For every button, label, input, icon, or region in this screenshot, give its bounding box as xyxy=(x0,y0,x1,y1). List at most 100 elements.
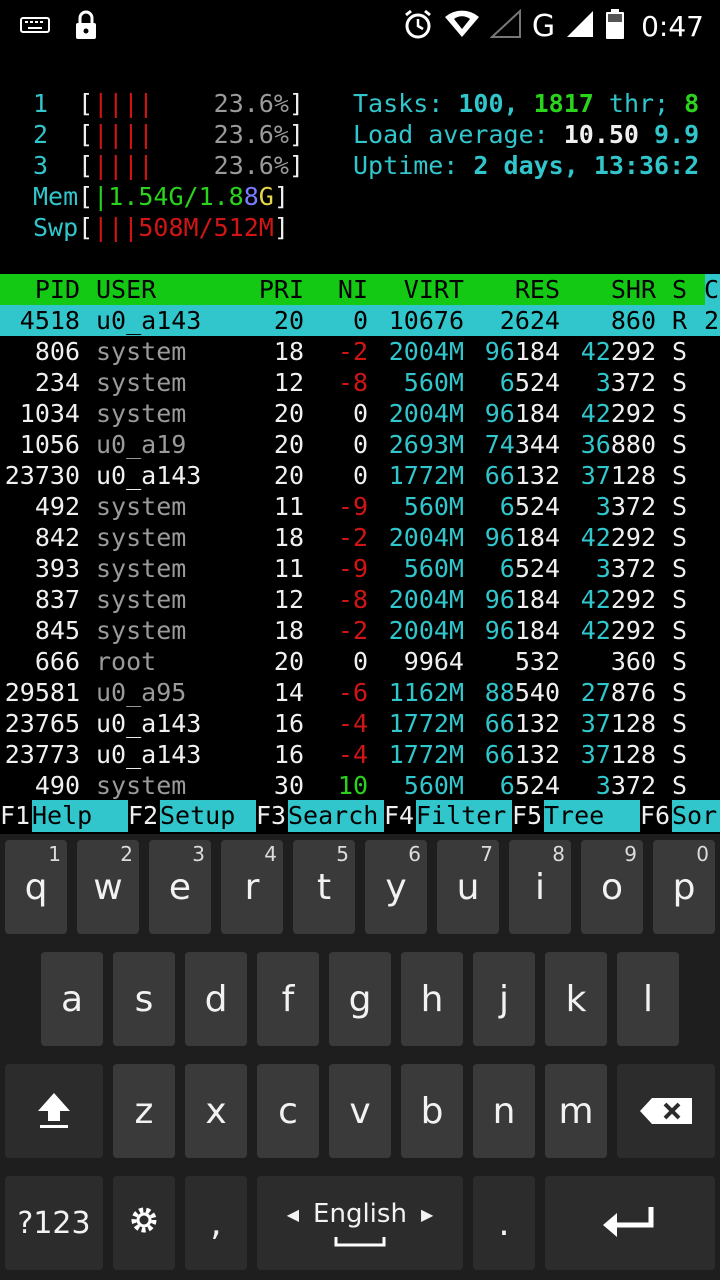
settings-key[interactable] xyxy=(113,1176,175,1270)
table-row[interactable]: 393 system 11 -9 560M 6524 3372 S xyxy=(0,553,720,584)
key-r[interactable]: 4r xyxy=(221,840,283,934)
table-row[interactable]: 666 root 20 0 9964 532 360 S xyxy=(0,646,720,677)
key-o[interactable]: 9o xyxy=(581,840,643,934)
key-u[interactable]: 7u xyxy=(437,840,499,934)
f1-key[interactable]: F1 xyxy=(0,800,30,832)
htop-terminal[interactable]: 1 [|||| 23.6%] 2 [|||| 23.6%] 3 [|||| 23… xyxy=(0,86,720,834)
cell-shr: 42292 xyxy=(580,585,656,614)
cell-pri: 14 xyxy=(273,678,304,707)
key-p[interactable]: 0p xyxy=(653,840,715,934)
shift-key[interactable] xyxy=(5,1064,103,1158)
cell-pid: 666 xyxy=(34,647,80,676)
table-row[interactable]: 492 system 11 -9 560M 6524 3372 S xyxy=(0,491,720,522)
cell-user: system xyxy=(96,616,187,645)
key-x[interactable]: x xyxy=(185,1064,247,1158)
f3-search-button[interactable]: Search xyxy=(288,800,384,832)
table-row[interactable]: 845 system 18 -2 2004M 96184 42292 S xyxy=(0,615,720,646)
cell-res: 66132 xyxy=(484,461,560,490)
space-key[interactable]: ◀ English ▶ xyxy=(257,1176,463,1270)
key-h[interactable]: h xyxy=(401,952,463,1046)
cell-virt: 1772M xyxy=(388,740,464,769)
f3-key[interactable]: F3 xyxy=(256,800,286,832)
f5-tree-button[interactable]: Tree xyxy=(544,800,640,832)
table-row[interactable]: 23765 u0_a143 16 -4 1772M 66132 37128 S xyxy=(0,708,720,739)
enter-key[interactable] xyxy=(545,1176,715,1270)
cell-virt: 10676 xyxy=(388,306,464,335)
header-pri[interactable]: PRI xyxy=(240,274,304,305)
cell-virt: 9964 xyxy=(403,647,464,676)
key-d[interactable]: d xyxy=(185,952,247,1046)
header-state[interactable]: S xyxy=(672,274,687,305)
f2-key[interactable]: F2 xyxy=(128,800,158,832)
table-row[interactable]: 842 system 18 -2 2004M 96184 42292 S xyxy=(0,522,720,553)
period-key[interactable]: . xyxy=(473,1176,535,1270)
backspace-key[interactable] xyxy=(617,1064,715,1158)
header-pid[interactable]: PID xyxy=(0,274,80,305)
key-j[interactable]: j xyxy=(473,952,535,1046)
table-row[interactable]: 1034 system 20 0 2004M 96184 42292 S xyxy=(0,398,720,429)
f4-filter-button[interactable]: Filter xyxy=(416,800,512,832)
cell-pid: 29581 xyxy=(4,678,80,707)
key-t[interactable]: 5t xyxy=(293,840,355,934)
cell-pid: 492 xyxy=(34,492,80,521)
key-e[interactable]: 3e xyxy=(149,840,211,934)
key-l[interactable]: l xyxy=(617,952,679,1046)
cell-state: S xyxy=(672,709,688,738)
table-row[interactable]: 490 system 30 10 560M 6524 3372 S xyxy=(0,770,720,801)
cell-shr: 27876 xyxy=(580,678,656,707)
cell-res: 96184 xyxy=(484,523,560,552)
table-row[interactable]: 837 system 12 -8 2004M 96184 42292 S xyxy=(0,584,720,615)
key-s[interactable]: s xyxy=(113,952,175,1046)
key-f[interactable]: f xyxy=(257,952,319,1046)
key-i[interactable]: 8i xyxy=(509,840,571,934)
key-g[interactable]: g xyxy=(329,952,391,1046)
key-k[interactable]: k xyxy=(545,952,607,1046)
header-user[interactable]: USER xyxy=(96,274,156,305)
header-ni[interactable]: NI xyxy=(320,274,368,305)
cell-ni: -2 xyxy=(337,523,368,552)
cell-cpu: 2 xyxy=(704,306,720,335)
cell-state: S xyxy=(672,585,688,614)
key-hint: 4 xyxy=(264,842,277,866)
key-label: t xyxy=(316,866,332,908)
key-v[interactable]: v xyxy=(329,1064,391,1158)
key-w[interactable]: 2w xyxy=(77,840,139,934)
f6-sort-button[interactable]: Sor xyxy=(672,800,720,832)
table-row[interactable]: 23773 u0_a143 16 -4 1772M 66132 37128 S xyxy=(0,739,720,770)
cell-pri: 12 xyxy=(273,368,304,397)
swap-meter: Swp[|||508M/512M] xyxy=(33,213,289,242)
header-virt[interactable]: VIRT xyxy=(384,274,464,305)
table-row[interactable]: 1056 u0_a19 20 0 2693M 74344 36880 S xyxy=(0,429,720,460)
cell-pid: 806 xyxy=(34,337,80,366)
cell-pid: 837 xyxy=(34,585,80,614)
key-c[interactable]: c xyxy=(257,1064,319,1158)
table-row[interactable]: 29581 u0_a95 14 -6 1162M 88540 27876 S xyxy=(0,677,720,708)
cell-state: S xyxy=(672,492,688,521)
key-q[interactable]: 1q xyxy=(5,840,67,934)
f6-key[interactable]: F6 xyxy=(640,800,670,832)
key-a[interactable]: a xyxy=(41,952,103,1046)
f4-key[interactable]: F4 xyxy=(384,800,414,832)
f5-key[interactable]: F5 xyxy=(512,800,542,832)
header-res[interactable]: RES xyxy=(480,274,560,305)
key-y[interactable]: 6y xyxy=(365,840,427,934)
table-row[interactable]: 23730 u0_a143 20 0 1772M 66132 37128 S xyxy=(0,460,720,491)
f1-help-button[interactable]: Help xyxy=(32,800,128,832)
table-row[interactable]: 806 system 18 -2 2004M 96184 42292 S xyxy=(0,336,720,367)
symbols-key[interactable]: ?123 xyxy=(5,1176,103,1270)
function-key-bar: F1 Help F2 Setup F3 Search F4 Filter F5 … xyxy=(0,800,720,832)
table-row[interactable]: 234 system 12 -8 560M 6524 3372 S xyxy=(0,367,720,398)
key-z[interactable]: z xyxy=(113,1064,175,1158)
key-b[interactable]: b xyxy=(401,1064,463,1158)
key-n[interactable]: n xyxy=(473,1064,535,1158)
f2-setup-button[interactable]: Setup xyxy=(160,800,256,832)
key-hint: 1 xyxy=(48,842,61,866)
header-shr[interactable]: SHR xyxy=(576,274,656,305)
key-m[interactable]: m xyxy=(545,1064,607,1158)
cell-state: S xyxy=(672,399,688,428)
header-cpu[interactable]: C xyxy=(704,274,719,305)
comma-key[interactable]: , xyxy=(185,1176,247,1270)
cell-shr: 3372 xyxy=(595,368,656,397)
table-row-selected[interactable]: 4518 u0_a143 20 0 10676 2624 860 R 2 xyxy=(0,305,720,336)
key-label: w xyxy=(93,866,123,908)
